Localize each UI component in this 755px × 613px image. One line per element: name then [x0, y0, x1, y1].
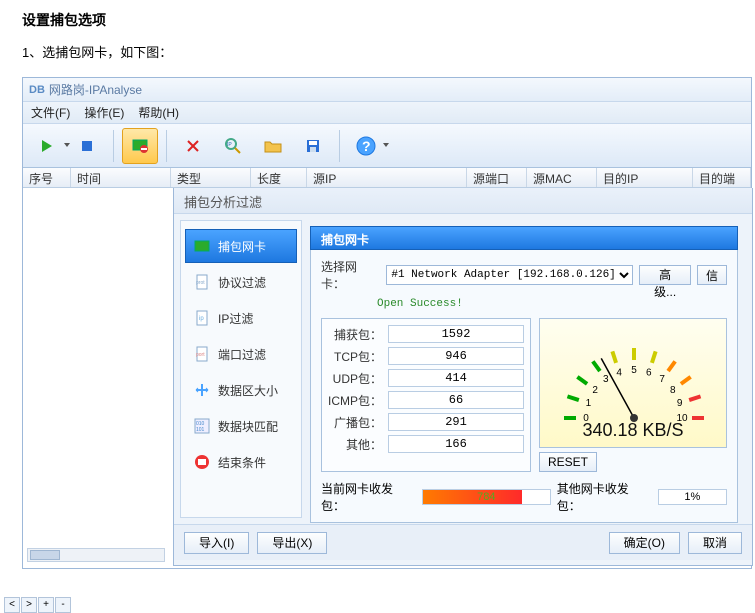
other-label: 其他： — [328, 436, 382, 453]
col-dstport[interactable]: 目的端 — [693, 168, 751, 187]
svg-text:2: 2 — [592, 385, 598, 396]
svg-text:5: 5 — [631, 365, 637, 376]
gauge-reading: 340.18 KB/S — [540, 420, 726, 441]
stop-icon — [194, 454, 210, 470]
udp-value: 414 — [388, 369, 524, 387]
tcp-value: 946 — [388, 347, 524, 365]
zoom-in-button[interactable]: + — [38, 597, 54, 613]
nav-left-button[interactable]: < — [4, 597, 20, 613]
nav-protocol[interactable]: prot协议过滤 — [185, 265, 297, 299]
doc-icon: prot — [194, 274, 210, 290]
bcast-label: 广播包： — [328, 414, 382, 431]
cancel-button[interactable]: 取消 — [688, 532, 742, 554]
filter-button[interactable] — [122, 128, 158, 164]
window-title: 网路岗-IPAnalyse — [49, 81, 142, 98]
nav-end[interactable]: 结束条件 — [185, 445, 297, 479]
open-button[interactable] — [255, 128, 291, 164]
menu-file[interactable]: 文件(F) — [31, 104, 70, 121]
col-srcmac[interactable]: 源MAC — [527, 168, 597, 187]
svg-text:101: 101 — [196, 427, 205, 433]
icmp-value: 66 — [388, 391, 524, 409]
nav-port[interactable]: port端口过滤 — [185, 337, 297, 371]
start-button[interactable] — [29, 128, 65, 164]
svg-text:4: 4 — [616, 367, 622, 378]
nav-nic[interactable]: 捕包网卡 — [185, 229, 297, 263]
stop-button[interactable] — [69, 128, 105, 164]
bcast-value: 291 — [388, 413, 524, 431]
dialog-nav: 捕包网卡 prot协议过滤 ipIP过滤 port端口过滤 数据区大小 0101… — [180, 220, 302, 518]
svg-text:7: 7 — [659, 374, 665, 385]
titlebar: DB 网路岗-IPAnalyse — [23, 78, 751, 102]
doc-heading: 设置捕包选项 — [0, 0, 755, 38]
help-button[interactable]: ? — [348, 128, 384, 164]
search-ip-button[interactable]: IP — [215, 128, 251, 164]
export-button[interactable]: 导出(X) — [257, 532, 327, 554]
col-type[interactable]: 类型 — [171, 168, 251, 187]
nic-select[interactable]: #1 Network Adapter [192.168.0.126] — [386, 265, 633, 285]
menubar: 文件(F) 操作(E) 帮助(H) — [23, 102, 751, 124]
col-seq[interactable]: 序号 — [23, 168, 71, 187]
toolbar: IP ? — [23, 124, 751, 168]
save-button[interactable] — [295, 128, 331, 164]
col-srcip[interactable]: 源IP — [307, 168, 467, 187]
info-button[interactable]: 信 — [697, 265, 727, 285]
binary-icon: 010101 — [194, 418, 210, 434]
main-area: 捕包分析过滤 捕包网卡 prot协议过滤 ipIP过滤 port端口过滤 数据区… — [23, 188, 751, 568]
nav-size[interactable]: 数据区大小 — [185, 373, 297, 407]
dialog-content: 捕包网卡 选择网卡： #1 Network Adapter [192.168.0… — [302, 220, 746, 518]
doc-icon: ip — [194, 310, 210, 326]
svg-text:IP: IP — [227, 142, 232, 148]
tcp-label: TCP包： — [328, 348, 382, 365]
svg-text:9: 9 — [677, 398, 683, 409]
advanced-button[interactable]: 高级... — [639, 265, 691, 285]
speed-gauge: 012345678910 340.18 KB/S — [539, 318, 727, 448]
zoom-out-button[interactable]: - — [55, 597, 71, 613]
app-logo: DB — [29, 84, 45, 96]
current-traffic-label: 当前网卡收发包： — [321, 480, 416, 514]
filter-dialog: 捕包分析过滤 捕包网卡 prot协议过滤 ipIP过滤 port端口过滤 数据区… — [173, 188, 753, 566]
svg-text:ip: ip — [199, 316, 204, 322]
nav-block[interactable]: 010101数据块匹配 — [185, 409, 297, 443]
column-headers: 序号 时间 类型 长度 源IP 源端口 源MAC 目的IP 目的端 — [23, 168, 751, 188]
horizontal-scrollbar[interactable] — [27, 548, 165, 562]
svg-text:6: 6 — [646, 367, 652, 378]
delete-button[interactable] — [175, 128, 211, 164]
col-dstip[interactable]: 目的IP — [597, 168, 693, 187]
svg-text:8: 8 — [670, 385, 676, 396]
current-traffic-bar: 784 — [422, 489, 551, 505]
col-srcport[interactable]: 源端口 — [467, 168, 527, 187]
select-nic-label: 选择网卡： — [321, 258, 380, 292]
dialog-buttons: 导入(I) 导出(X) 确定(O) 取消 — [174, 524, 752, 560]
reset-button[interactable]: RESET — [539, 452, 597, 472]
svg-text:port: port — [196, 352, 205, 358]
other-traffic-label: 其他网卡收发包： — [557, 480, 652, 514]
panel-title: 捕包网卡 — [310, 226, 738, 250]
stats-panel: 捕获包： 1592 TCP包： 946 UDP包： 414 ICMP包： 66 广播包：… — [321, 318, 531, 472]
nav-right-button[interactable]: > — [21, 597, 37, 613]
nav-ip[interactable]: ipIP过滤 — [185, 301, 297, 335]
svg-text:?: ? — [362, 138, 371, 154]
import-button[interactable]: 导入(I) — [184, 532, 249, 554]
dialog-title: 捕包分析过滤 — [174, 188, 752, 214]
svg-text:3: 3 — [603, 374, 609, 385]
arrows-icon — [194, 382, 210, 398]
icmp-label: ICMP包： — [328, 392, 382, 409]
zoom-controls: < > + - — [4, 597, 71, 613]
cap-label: 捕获包： — [328, 326, 382, 343]
svg-text:prot: prot — [196, 280, 205, 286]
ok-button[interactable]: 确定(O) — [609, 532, 680, 554]
app-window: DB 网路岗-IPAnalyse 文件(F) 操作(E) 帮助(H) IP ? … — [22, 77, 752, 569]
col-time[interactable]: 时间 — [71, 168, 171, 187]
cap-value: 1592 — [388, 325, 524, 343]
other-traffic-bar: 1% — [658, 489, 727, 505]
svg-text:1: 1 — [586, 398, 592, 409]
doc-step: 1、选捕包网卡，如下图： — [0, 38, 755, 77]
col-len[interactable]: 长度 — [251, 168, 307, 187]
doc-icon: port — [194, 346, 210, 362]
menu-help[interactable]: 帮助(H) — [138, 104, 179, 121]
other-value: 166 — [388, 435, 524, 453]
udp-label: UDP包： — [328, 370, 382, 387]
nic-icon — [194, 238, 210, 254]
menu-operate[interactable]: 操作(E) — [84, 104, 124, 121]
